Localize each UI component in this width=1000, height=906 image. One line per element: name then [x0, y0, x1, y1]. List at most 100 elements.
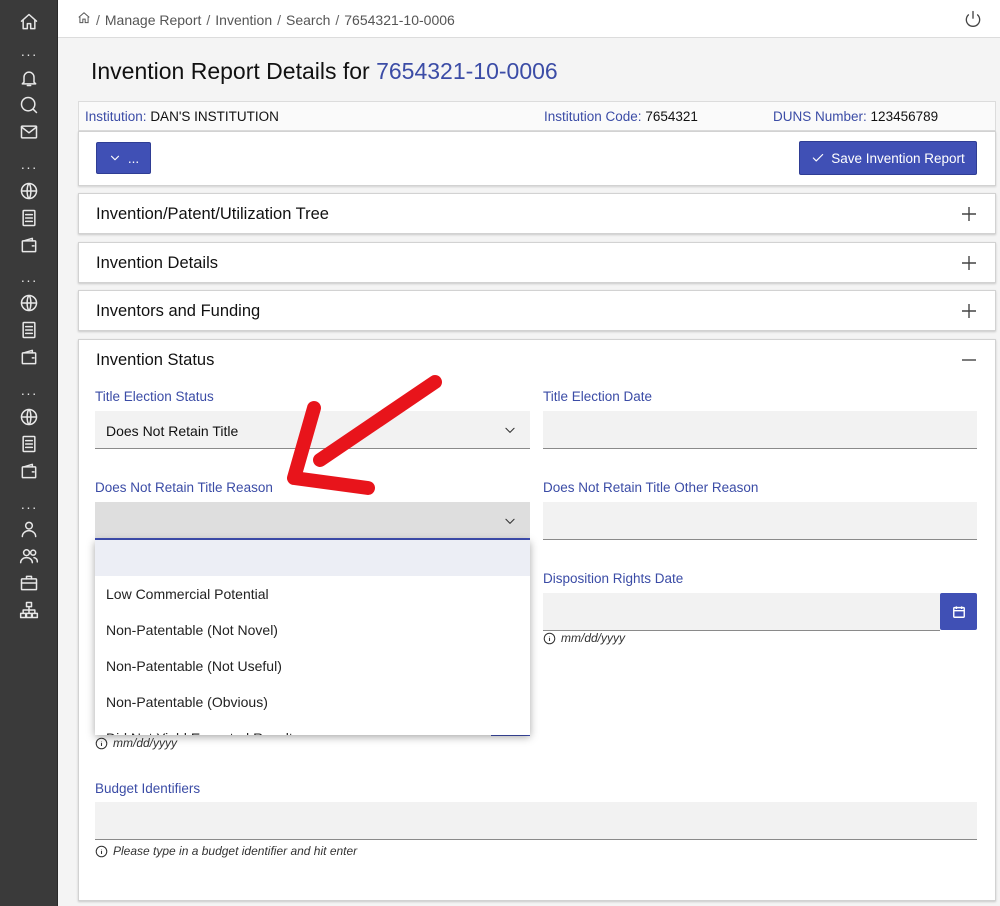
document-icon[interactable]: [18, 207, 40, 229]
breadcrumb-item[interactable]: Manage Report: [105, 12, 202, 28]
duns-label: DUNS Number:: [773, 109, 867, 124]
actions-menu-label: ...: [127, 150, 140, 166]
institution-label: Institution:: [85, 109, 147, 124]
other-reason-input[interactable]: [543, 502, 977, 540]
globe-icon[interactable]: [18, 406, 40, 428]
calendar-button[interactable]: [940, 593, 977, 630]
user-icon[interactable]: [18, 518, 40, 540]
globe-icon[interactable]: [18, 180, 40, 202]
breadcrumb-separator: /: [96, 11, 100, 28]
page-title-id: 7654321-10-0006: [376, 58, 558, 84]
duns-value: 123456789: [870, 109, 939, 124]
minus-icon[interactable]: [961, 352, 977, 368]
chat-icon[interactable]: [18, 94, 40, 116]
institution-info: Institution: DAN'S INSTITUTION: [85, 109, 279, 124]
panel-invention-details[interactable]: Invention Details: [78, 242, 996, 283]
breadcrumb-item[interactable]: Invention: [215, 12, 272, 28]
wallet-icon[interactable]: [18, 460, 40, 482]
more-dots-icon[interactable]: ···: [18, 500, 40, 514]
panel-title: Invention Status: [96, 351, 215, 369]
budget-hint: Please type in a budget identifier and h…: [95, 844, 357, 858]
disposition-date-input[interactable]: [543, 593, 940, 631]
page-title: Invention Report Details for 7654321-10-…: [91, 58, 558, 85]
breadcrumb-item[interactable]: Search: [286, 12, 330, 28]
institution-value: DAN'S INSTITUTION: [150, 109, 279, 124]
dropdown-option[interactable]: Low Commercial Potential: [95, 576, 530, 612]
chevron-down-icon: [503, 514, 517, 528]
home-icon[interactable]: [18, 11, 40, 33]
dropdown-option[interactable]: Non-Patentable (Obvious): [95, 684, 530, 720]
title-election-date-label: Title Election Date: [543, 389, 653, 404]
duns-info: DUNS Number: 123456789: [773, 109, 938, 124]
more-dots-icon[interactable]: ···: [18, 47, 40, 61]
disposition-date-hint: mm/dd/yyyy: [543, 631, 625, 645]
bell-icon[interactable]: [18, 67, 40, 89]
left-date-hint: mm/dd/yyyy: [95, 736, 177, 750]
reason-label: Does Not Retain Title Reason: [95, 480, 273, 495]
date-hint-text: mm/dd/yyyy: [561, 631, 626, 645]
document-icon[interactable]: [18, 319, 40, 341]
panel-tree[interactable]: Invention/Patent/Utilization Tree: [78, 193, 996, 234]
more-dots-icon[interactable]: ···: [18, 386, 40, 400]
title-election-status-value: Does Not Retain Title: [106, 423, 239, 439]
info-icon: [543, 632, 556, 644]
plus-icon[interactable]: [961, 206, 977, 222]
plus-icon[interactable]: [961, 255, 977, 271]
institution-code-label: Institution Code:: [544, 109, 642, 124]
home-icon[interactable]: [77, 11, 91, 28]
dropdown-option[interactable]: Non-Patentable (Not Novel): [95, 612, 530, 648]
globe-icon[interactable]: [18, 292, 40, 314]
budget-identifiers-input[interactable]: [95, 802, 977, 840]
title-election-status-label: Title Election Status: [95, 389, 214, 404]
mail-icon[interactable]: [18, 121, 40, 143]
breadcrumb-separator: /: [206, 11, 211, 28]
title-election-status-select[interactable]: Does Not Retain Title: [95, 411, 530, 449]
save-invention-report-button[interactable]: Save Invention Report: [799, 141, 977, 175]
dropdown-option[interactable]: Non-Patentable (Not Useful): [95, 648, 530, 684]
breadcrumb-item: 7654321-10-0006: [344, 11, 455, 28]
panel-title: Invention Details: [96, 254, 218, 272]
power-icon[interactable]: [963, 9, 983, 29]
dropdown-option[interactable]: Did Not Yield Expected Results: [95, 720, 530, 735]
more-dots-icon[interactable]: ···: [18, 273, 40, 287]
budget-identifiers-label: Budget Identifiers: [95, 781, 201, 796]
wallet-icon[interactable]: [18, 234, 40, 256]
more-dots-icon[interactable]: ···: [18, 160, 40, 174]
institution-code-info: Institution Code: 7654321: [544, 109, 698, 124]
page-title-prefix: Invention Report Details for: [91, 58, 370, 84]
sidebar: ··· ··· ··· ··· ···: [0, 0, 58, 906]
chevron-down-icon: [503, 423, 517, 437]
action-bar: ... Save Invention Report: [78, 131, 996, 186]
left-date-hint-text: mm/dd/yyyy: [113, 736, 178, 750]
reason-select[interactable]: [95, 502, 530, 540]
chevron-down-icon: [110, 155, 119, 161]
breadcrumb-separator: /: [335, 11, 340, 28]
briefcase-icon[interactable]: [18, 572, 40, 594]
info-icon: [95, 737, 108, 749]
reason-dropdown-list: Low Commercial Potential Non-Patentable …: [95, 540, 530, 735]
disposition-date-label: Disposition Rights Date: [543, 571, 684, 586]
save-button-label: Save Invention Report: [831, 150, 965, 166]
institution-info-bar: Institution: DAN'S INSTITUTION Instituti…: [78, 101, 996, 131]
info-icon: [95, 845, 108, 857]
plus-icon[interactable]: [961, 303, 977, 319]
document-icon[interactable]: [18, 433, 40, 455]
actions-menu-button[interactable]: ...: [96, 142, 151, 174]
panel-inventors-funding[interactable]: Inventors and Funding: [78, 290, 996, 331]
budget-hint-text: Please type in a budget identifier and h…: [113, 844, 358, 858]
title-election-date-input[interactable]: [543, 411, 977, 449]
calendar-icon: [952, 605, 965, 618]
breadcrumb-separator: /: [277, 11, 282, 28]
other-reason-label: Does Not Retain Title Other Reason: [543, 480, 759, 495]
top-bar: / Manage Report / Invention / Search / 7…: [58, 0, 1000, 38]
breadcrumb: / Manage Report / Invention / Search / 7…: [77, 11, 455, 28]
panel-title: Inventors and Funding: [96, 302, 261, 320]
users-icon[interactable]: [18, 545, 40, 567]
institution-code-value: 7654321: [645, 109, 698, 124]
check-icon: [812, 153, 824, 162]
main-content: / Manage Report / Invention / Search / 7…: [58, 0, 1000, 906]
dropdown-option-empty[interactable]: [95, 540, 530, 576]
wallet-icon[interactable]: [18, 346, 40, 368]
panel-title: Invention/Patent/Utilization Tree: [96, 205, 329, 223]
org-chart-icon[interactable]: [18, 599, 40, 621]
